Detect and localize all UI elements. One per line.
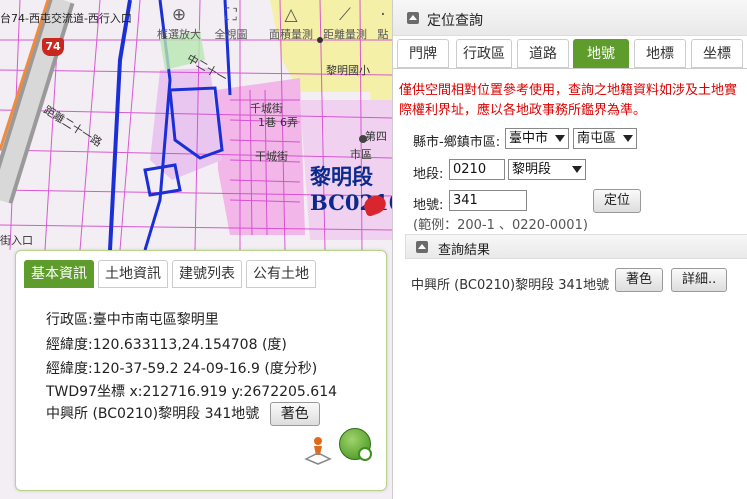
route-label: 台74-西屯交流道-西行入口 xyxy=(0,12,132,25)
map-settings-globe-icon[interactable] xyxy=(339,428,372,461)
town-select[interactable]: 南屯區 xyxy=(573,128,637,149)
tab-land-info[interactable]: 土地資訊 xyxy=(98,260,168,288)
county-select[interactable]: 臺中市 xyxy=(505,128,569,149)
street-label: 1巷 xyxy=(258,116,276,129)
school-label: 黎明國小 xyxy=(326,64,370,77)
full-extent-tool[interactable]: ⛶ 全視圖 xyxy=(202,4,260,42)
area-measure-tool[interactable]: △ 面積量測 xyxy=(262,4,320,42)
route-shield: 74 xyxy=(42,38,64,56)
tab-public-land[interactable]: 公有土地 xyxy=(246,260,316,288)
county-label: 縣市-鄉鎮市區: xyxy=(413,135,501,150)
locate-panel: 定位查詢 門牌 行政區 道路 地號 地標 坐標 僅供空間相對位置參考使用，查詢之… xyxy=(392,0,747,499)
zoom-box-tool[interactable]: ⊕ 框選放大 xyxy=(150,4,208,42)
tab-divider xyxy=(393,68,747,69)
panel-header: 定位查詢 xyxy=(393,0,747,36)
collapse-icon[interactable] xyxy=(407,12,419,24)
street-view-pin-icon[interactable] xyxy=(303,435,333,465)
panel-title: 定位查詢 xyxy=(427,13,483,29)
map-view[interactable]: 台74-西屯交流道-西行入口 74 中二十一 距離二十一路 千城街 1巷 6弄 … xyxy=(0,0,392,499)
distance-measure-tool[interactable]: ⟋ 距離量測 xyxy=(316,4,374,42)
full-extent-icon: ⛶ xyxy=(225,5,237,25)
zoom-in-icon: ⊕ xyxy=(171,5,187,25)
info-tabs: 基本資訊 土地資訊 建號列表 公有土地 xyxy=(24,260,320,288)
result-title: 查詢結果 xyxy=(438,243,491,258)
tab-address[interactable]: 門牌 xyxy=(397,39,449,68)
lonlat-degree-text: 經緯度:120.633113,24.154708 (度) xyxy=(46,337,287,353)
distance-measure-icon: ⟋ xyxy=(339,5,351,25)
point-icon: · xyxy=(380,5,386,25)
section-code-input[interactable]: 0210 xyxy=(449,159,505,180)
parcel-number-label: 地號: xyxy=(413,198,444,213)
point-tool[interactable]: · 點 xyxy=(372,4,392,42)
parcel-line: 中興所 (BC0210)黎明段 341地號 著色 xyxy=(46,402,320,426)
street-label: 6弄 xyxy=(280,116,298,129)
street-label: 第四 xyxy=(365,130,387,143)
locate-button[interactable]: 定位 xyxy=(593,189,641,213)
district-text: 行政區:臺中市南屯區黎明里 xyxy=(46,312,219,328)
map-toolbar: ⊕ 框選放大 ⛶ 全視圖 △ 面積量測 ⟋ 距離量測 · 點 xyxy=(150,4,392,44)
chevron-down-icon xyxy=(572,166,582,173)
section-label: 地段: xyxy=(413,167,444,182)
street-label: 干城街 xyxy=(255,150,288,163)
tab-landmark[interactable]: 地標 xyxy=(634,39,686,68)
parcel-text: 中興所 (BC0210)黎明段 341地號 xyxy=(46,406,260,422)
result-color-button[interactable]: 著色 xyxy=(615,268,664,292)
tab-district[interactable]: 行政區 xyxy=(456,39,512,68)
section-name-select[interactable]: 黎明段 xyxy=(508,159,586,180)
chevron-down-icon xyxy=(555,135,565,142)
tab-basic-info[interactable]: 基本資訊 xyxy=(24,260,94,288)
street-label: 街入口 xyxy=(0,234,33,247)
lonlat-dms-text: 經緯度:120-37-59.2 24-09-16.9 (度分秒) xyxy=(46,361,318,377)
tab-road[interactable]: 道路 xyxy=(517,39,569,68)
twd97-text: TWD97坐標 x:212716.919 y:2672205.614 xyxy=(46,384,338,400)
tab-coordinate[interactable]: 坐標 xyxy=(691,39,743,68)
result-header: 查詢結果 xyxy=(405,234,747,259)
collapse-icon[interactable] xyxy=(416,241,428,253)
result-detail-button[interactable]: 詳細.. xyxy=(671,268,728,292)
tab-parcel-number[interactable]: 地號 xyxy=(573,39,629,68)
color-button[interactable]: 著色 xyxy=(269,402,320,426)
example-hint: (範例：200-1 、0220-0001) xyxy=(413,218,588,233)
parcel-number-input[interactable]: 341 xyxy=(449,190,527,211)
disclaimer-notice: 僅供空間相對位置參考使用，查詢之地籍資料如涉及土地實際權利界址，應以各地政事務所… xyxy=(399,83,738,118)
area-measure-icon: △ xyxy=(284,5,298,25)
chevron-down-icon xyxy=(623,135,633,142)
result-text: 中興所 (BC0210)黎明段 341地號 xyxy=(411,278,610,293)
tab-building-list[interactable]: 建號列表 xyxy=(172,260,242,288)
street-label: 市區 xyxy=(350,148,372,161)
